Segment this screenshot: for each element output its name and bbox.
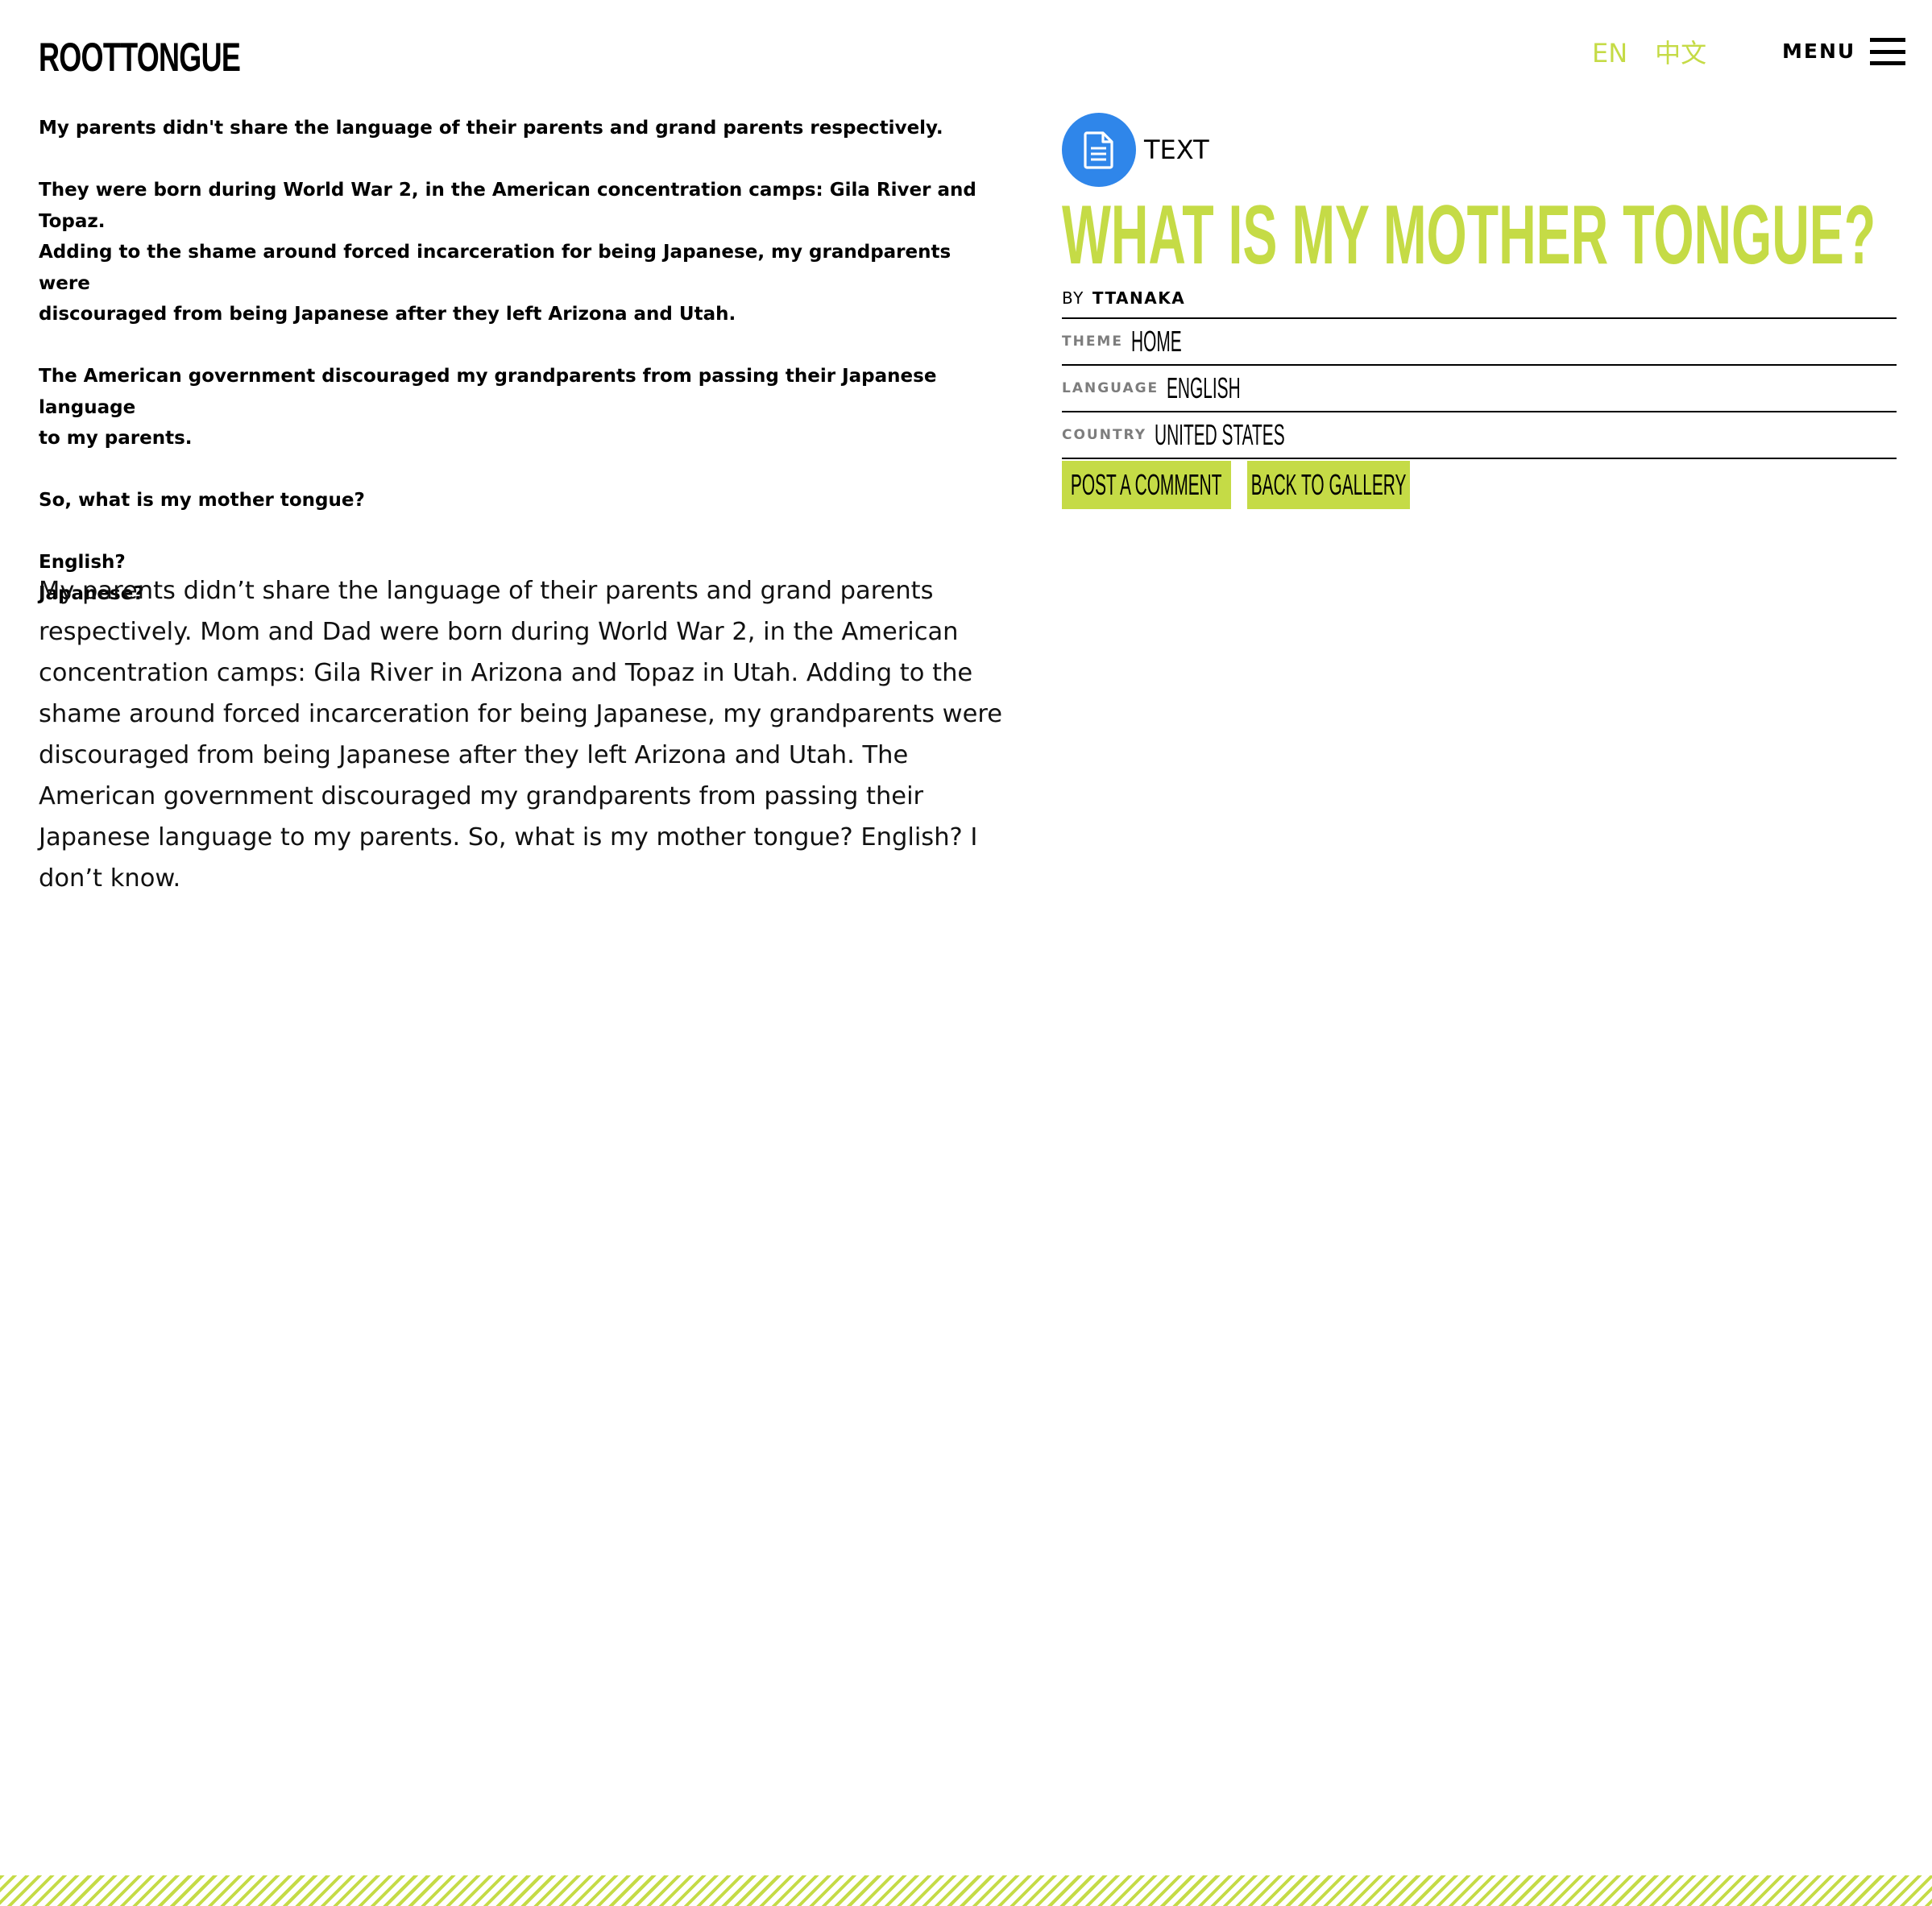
author-link[interactable]: TTANAKA — [1092, 288, 1185, 308]
entry-details: TEXT WHAT IS MY MOTHER TONGUE? BY TTANAK… — [1062, 113, 1897, 509]
lang-en-link[interactable]: EN — [1592, 37, 1627, 69]
theme-row: THEME HOME — [1062, 319, 1897, 366]
intro-paragraph: My parents didn't share the language of … — [39, 118, 943, 139]
byline: BY TTANAKA — [1062, 288, 1897, 319]
language-row: LANGUAGE ENGLISH — [1062, 366, 1897, 412]
post-comment-label: POST A COMMENT — [1071, 468, 1222, 501]
story-body: My parents didn’t share the language of … — [39, 577, 1003, 893]
by-label: BY — [1062, 288, 1084, 308]
footer-stripe — [0, 1875, 1932, 1906]
country-row: COUNTRY UNITED STATES — [1062, 412, 1897, 459]
lang-zh-link[interactable]: 中文 — [1655, 37, 1706, 69]
language-label: LANGUAGE — [1062, 380, 1159, 396]
site-logo[interactable]: ROOTTONGUE — [39, 37, 241, 77]
entry-type-label: TEXT — [1144, 135, 1209, 165]
country-value-link[interactable]: UNITED STATES — [1155, 421, 1285, 450]
intro-text: My parents didn't share the language of … — [39, 113, 1005, 640]
back-to-gallery-button[interactable]: BACK TO GALLERY — [1247, 461, 1410, 509]
post-comment-button[interactable]: POST A COMMENT — [1062, 461, 1231, 509]
theme-label: THEME — [1062, 334, 1123, 350]
document-icon — [1062, 113, 1136, 187]
intro-paragraph: They were born during World War 2, in th… — [39, 180, 976, 325]
language-switcher: EN 中文 — [1592, 37, 1706, 69]
menu-label: MENU — [1782, 39, 1856, 63]
entry-type: TEXT — [1062, 113, 1897, 187]
menu-button[interactable]: MENU — [1782, 35, 1906, 68]
intro-paragraph: The American government discouraged my g… — [39, 366, 937, 449]
hamburger-icon — [1870, 38, 1906, 65]
language-value-link[interactable]: ENGLISH — [1167, 374, 1241, 403]
action-buttons: POST A COMMENT BACK TO GALLERY — [1062, 461, 1897, 509]
theme-value-link[interactable]: HOME — [1131, 327, 1182, 356]
back-to-gallery-label: BACK TO GALLERY — [1250, 468, 1407, 501]
entry-title: WHAT IS MY MOTHER TONGUE? — [1062, 189, 1876, 282]
country-label: COUNTRY — [1062, 427, 1147, 443]
intro-paragraph: So, what is my mother tongue? — [39, 490, 365, 511]
